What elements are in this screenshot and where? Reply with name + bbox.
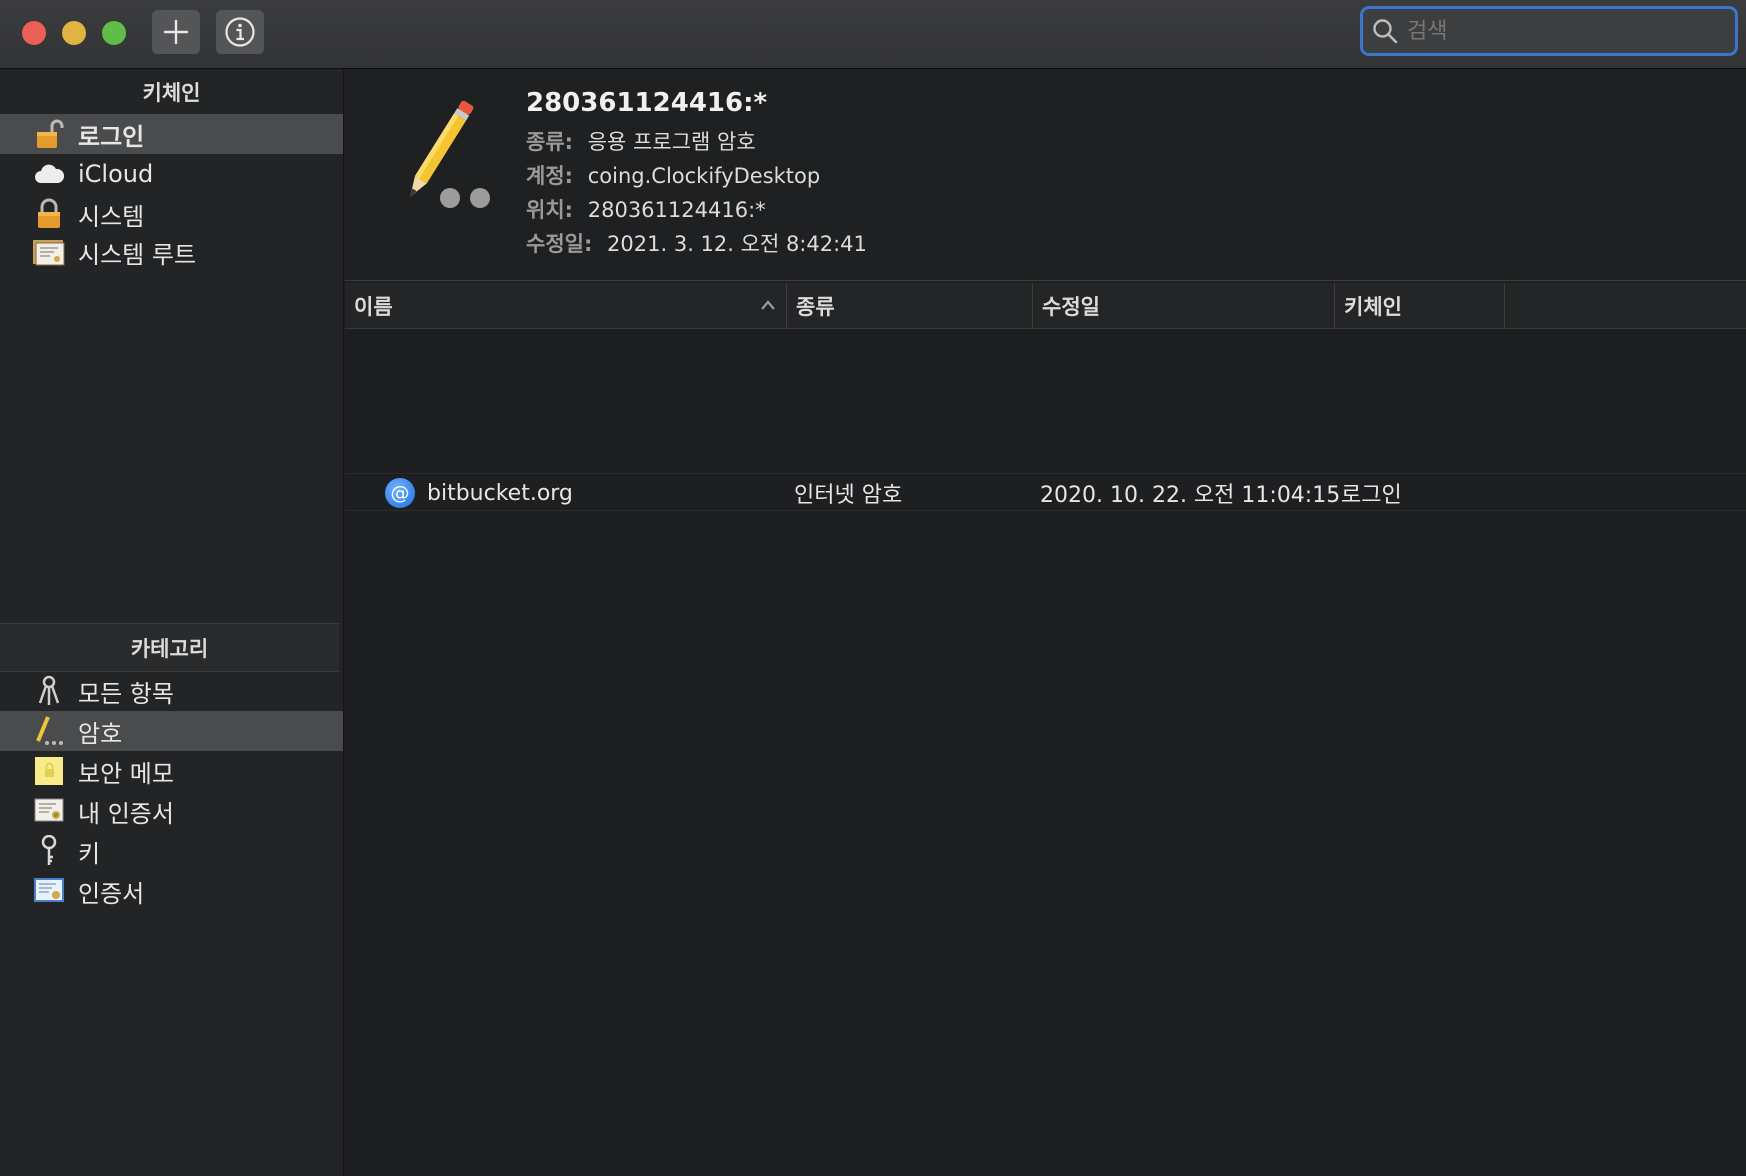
sidebar-item-label: 시스템 루트 — [78, 240, 197, 269]
pencil-password-icon — [32, 715, 66, 747]
row-name: bitbucket.org — [427, 480, 573, 506]
column-header-label: 종류 — [796, 295, 835, 319]
categories-section-title: 카테고리 — [130, 636, 209, 661]
items-table-header: 이름 종류 수정일 키체인 — [345, 283, 1746, 329]
sidebar-item-label: 시스템 — [78, 202, 145, 231]
minimize-window-button[interactable] — [62, 21, 86, 45]
sidebar-item-label: iCloud — [78, 160, 154, 188]
plus-icon — [163, 19, 189, 45]
item-account-value: coing.ClockifyDesktop — [587, 164, 821, 188]
item-kind-row: 종류: 응용 프로그램 암호 — [526, 126, 756, 156]
sidebar-item-label: 인증서 — [78, 879, 145, 908]
sidebar-item-keys[interactable]: 키 — [0, 831, 343, 871]
cloud-icon — [32, 158, 66, 190]
sidebar-item-all-items[interactable]: 모든 항목 — [0, 671, 343, 711]
item-kind-label: 종류: — [526, 130, 574, 154]
keychains-section-title: 키체인 — [142, 81, 201, 105]
sidebar-item-label: 키 — [78, 839, 101, 868]
pencil-password-icon — [377, 92, 518, 216]
locked-padlock-icon — [32, 198, 66, 230]
add-item-button[interactable] — [152, 10, 200, 54]
item-where-value: 280361124416:* — [587, 198, 766, 222]
row-modified: 2020. 10. 22. 오전 11:04:15 — [1040, 483, 1341, 508]
item-detail-panel: 280361124416:* 종류: 응용 프로그램 암호 계정: coing.… — [345, 70, 1746, 281]
close-window-button[interactable] — [22, 21, 46, 45]
sidebar-item-label: 모든 항목 — [78, 679, 174, 708]
row-kind-cell: 인터넷 암호 — [794, 474, 902, 512]
item-account-label: 계정: — [526, 164, 574, 188]
column-header-label: 키체인 — [1344, 295, 1402, 319]
internet-password-at-icon: @ — [385, 478, 415, 508]
row-keychain-cell: 로그인 — [1341, 474, 1402, 512]
item-title: 280361124416:* — [526, 88, 768, 118]
sidebar-item-label: 로그인 — [78, 122, 145, 151]
sidebar-item-icloud[interactable]: iCloud — [0, 154, 343, 194]
sidebar-item-system-roots[interactable]: 시스템 루트 — [0, 232, 343, 272]
sidebar-item-label: 내 인증서 — [78, 799, 174, 828]
search-input[interactable] — [1407, 18, 1707, 44]
item-account-row: 계정: coing.ClockifyDesktop — [526, 160, 820, 190]
sort-ascending-icon — [761, 300, 775, 310]
unlocked-padlock-icon — [32, 118, 66, 150]
row-kind: 인터넷 암호 — [794, 483, 903, 508]
row-name-cell: @ bitbucket.org — [385, 474, 573, 512]
sidebar-item-passwords[interactable]: 암호 — [0, 711, 343, 751]
column-header-label: 이름 — [354, 295, 393, 319]
info-icon — [225, 17, 255, 47]
item-where-row: 위치: 280361124416:* — [526, 194, 766, 224]
sidebar-item-my-certificates[interactable]: 내 인증서 — [0, 791, 343, 831]
item-modified-label: 수정일: — [526, 232, 593, 256]
item-kind-value: 응용 프로그램 암호 — [587, 130, 756, 154]
sidebar-item-label: 보안 메모 — [78, 759, 174, 788]
sidebar-item-certificates[interactable]: 인증서 — [0, 871, 343, 911]
sidebar-item-secure-notes[interactable]: 보안 메모 — [0, 751, 343, 791]
item-where-label: 위치: — [526, 198, 574, 222]
search-icon — [1373, 19, 1398, 44]
sidebar-item-label: 암호 — [78, 719, 123, 748]
item-modified-row: 수정일: 2021. 3. 12. 오전 8:42:41 — [526, 228, 867, 258]
get-info-button[interactable] — [216, 10, 264, 54]
row-keychain: 로그인 — [1341, 483, 1402, 508]
column-header-kind[interactable]: 종류 — [787, 283, 1033, 329]
certificate-icon — [32, 875, 66, 907]
search-field[interactable] — [1360, 6, 1738, 56]
secure-note-icon — [32, 755, 66, 787]
row-modified-cell: 2020. 10. 22. 오전 11:04:15 — [1040, 474, 1340, 512]
column-header-name[interactable]: 이름 — [345, 283, 787, 329]
categories-header: 카테고리 — [0, 623, 339, 672]
sidebar-item-login[interactable]: 로그인 — [0, 114, 343, 154]
column-header-modified[interactable]: 수정일 — [1033, 283, 1335, 329]
zoom-window-button[interactable] — [102, 21, 126, 45]
table-row[interactable]: @ bitbucket.org 인터넷 암호 2020. 10. 22. 오전 … — [345, 473, 1746, 511]
my-certificate-icon — [32, 795, 66, 827]
keys-icon — [32, 675, 66, 707]
certificate-folder-icon — [32, 236, 66, 268]
key-icon — [32, 835, 66, 867]
column-header-keychain[interactable]: 키체인 — [1335, 283, 1505, 329]
window-titlebar — [0, 0, 1746, 69]
item-modified-value: 2021. 3. 12. 오전 8:42:41 — [607, 232, 867, 256]
sidebar: 키체인 로그인 iCloud 시스템 시스템 루트 카테고리 모든 항목 암호 … — [0, 70, 344, 1176]
sidebar-item-system[interactable]: 시스템 — [0, 194, 343, 234]
column-header-label: 수정일 — [1042, 295, 1100, 319]
